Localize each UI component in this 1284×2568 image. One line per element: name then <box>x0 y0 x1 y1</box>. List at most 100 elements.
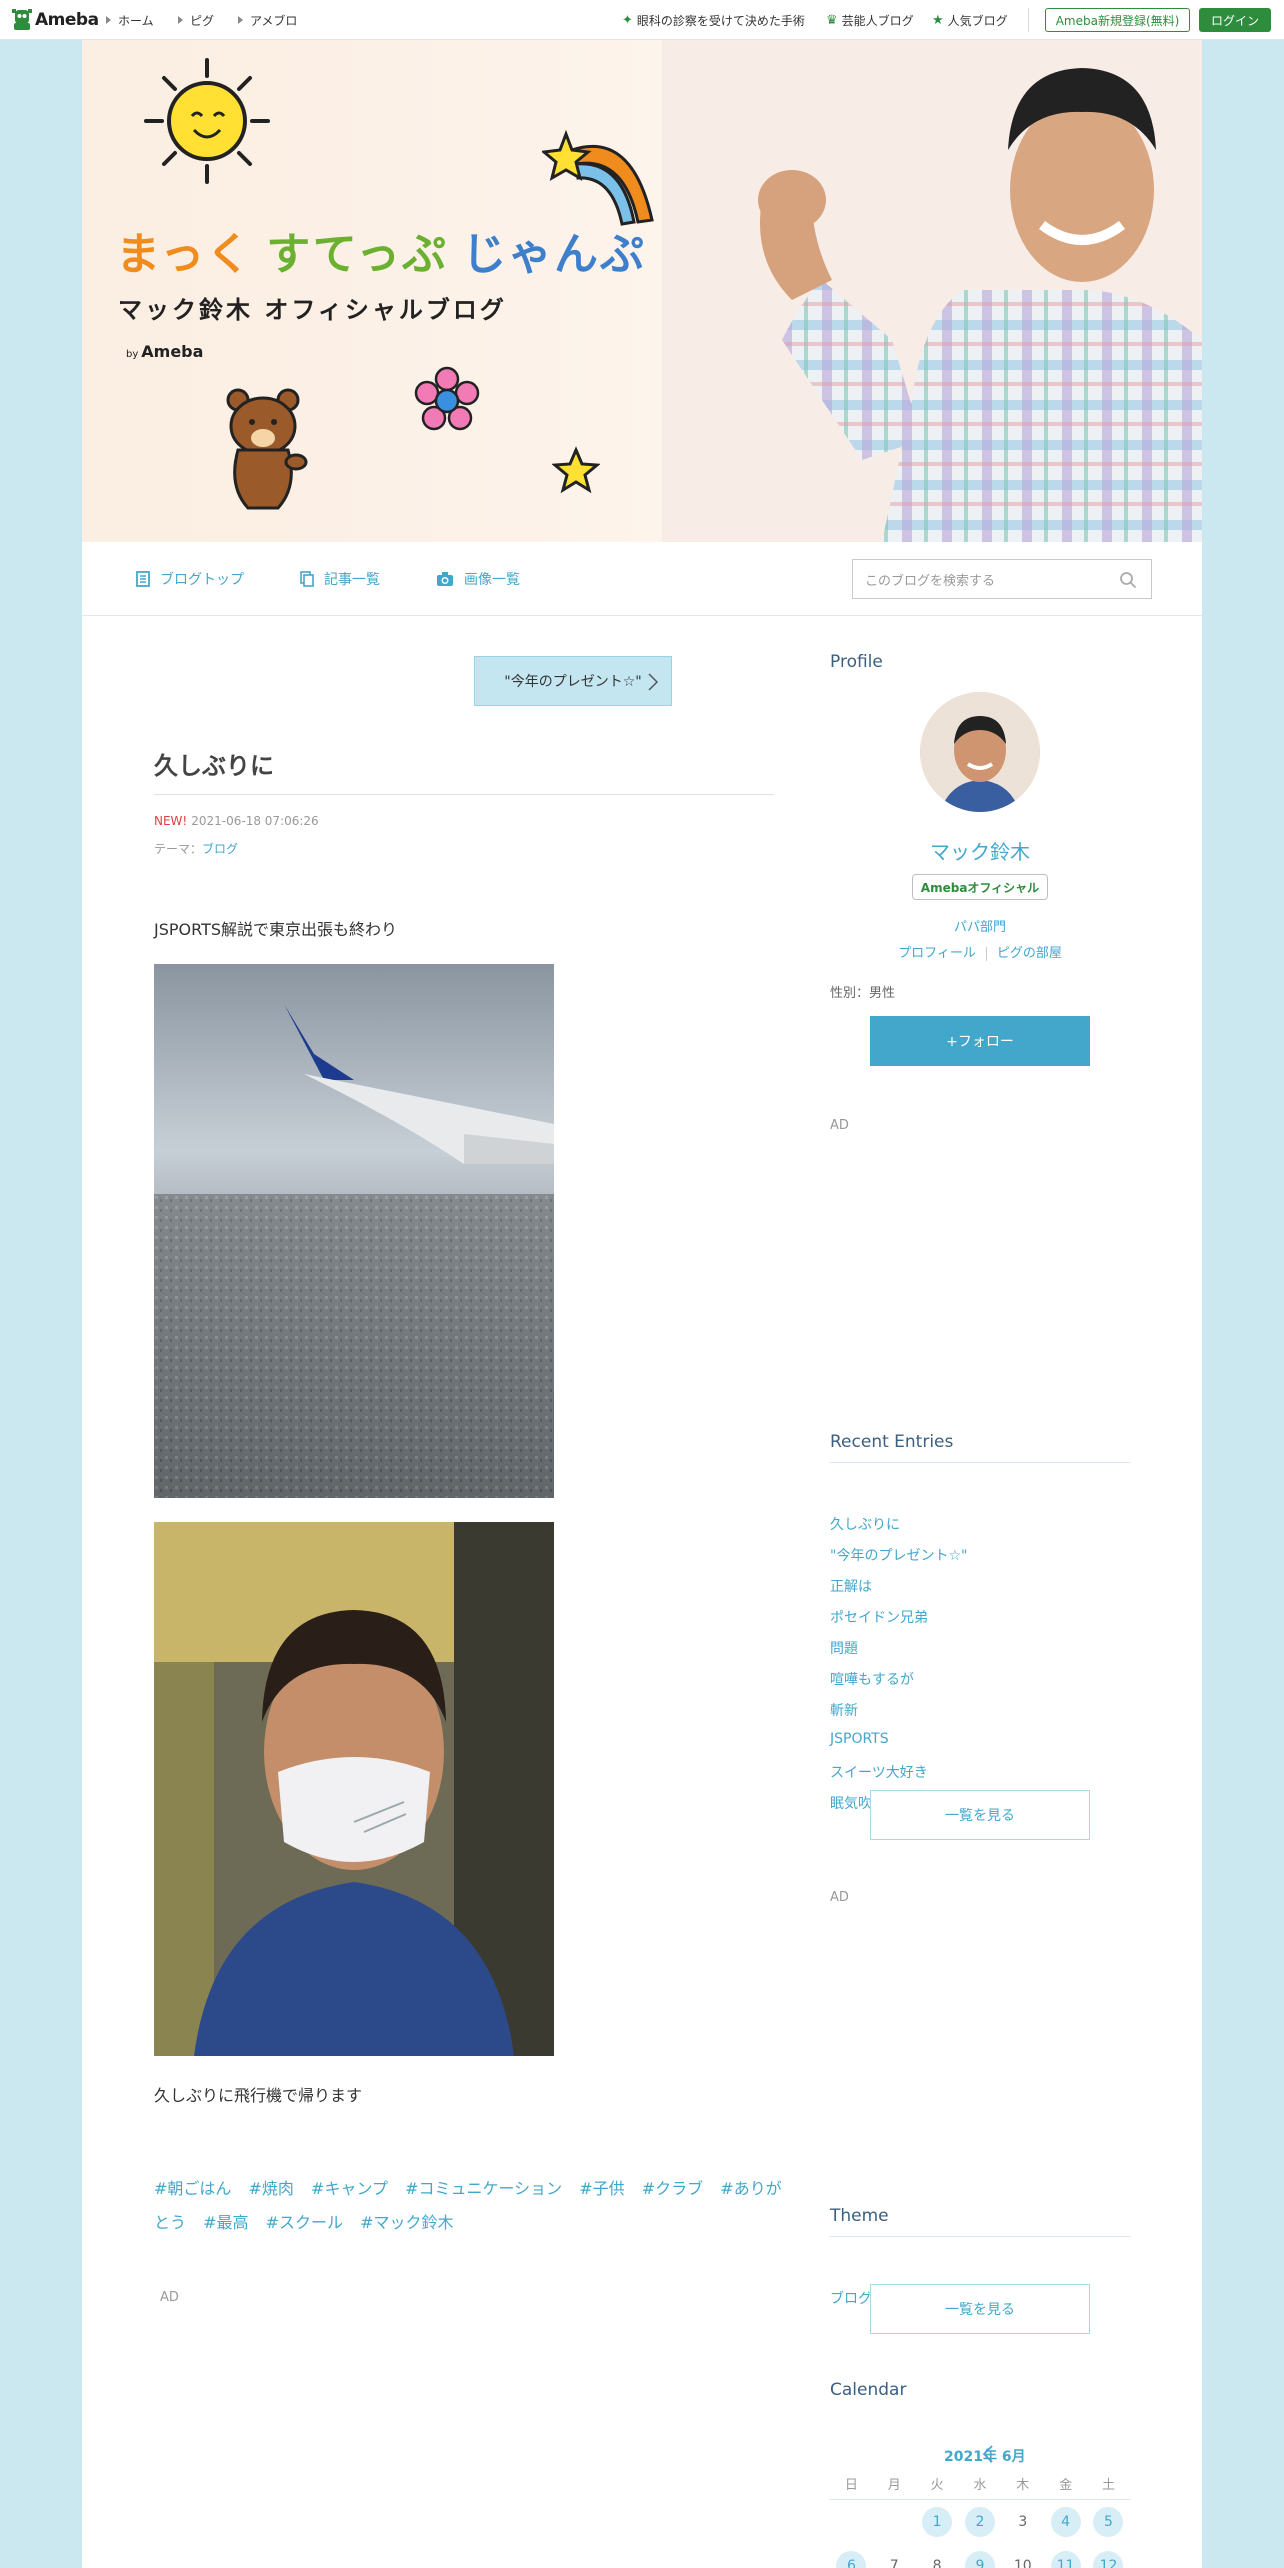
sparkle-icon: ✦ <box>622 12 633 28</box>
popular-blog-label: 人気ブログ <box>947 13 1008 28</box>
recent-entry-link[interactable]: JSPORTS <box>830 1731 967 1762</box>
calendar-day-number: 7 <box>889 2558 899 2568</box>
calendar-day-number: 1 <box>922 2507 953 2537</box>
topic-link[interactable]: ✦ 眼科の診察を受けて決めた手術 <box>622 0 805 40</box>
calendar-day-link[interactable]: 6 <box>830 2544 873 2568</box>
calendar-day-number: 10 <box>1013 2558 1032 2568</box>
theme-heading: Theme <box>830 2206 889 2226</box>
calendar-day-link[interactable]: 1 <box>916 2500 959 2544</box>
calendar-day-number: 11 <box>1050 2551 1081 2568</box>
calendar-day-link[interactable]: 11 <box>1044 2544 1087 2568</box>
pig-room-link[interactable]: ピグの部屋 <box>997 946 1062 961</box>
blog-search-input[interactable]: このブログを検索する <box>852 559 1152 599</box>
triangle-right-icon <box>238 16 243 24</box>
recent-entry-link[interactable]: 問題 <box>830 1638 967 1669</box>
entry-theme-label: テーマ： <box>154 842 203 856</box>
bear-illustration <box>226 388 308 510</box>
hashtag[interactable]: #マック鈴木 <box>360 2213 453 2232</box>
previous-entry-link[interactable]: "今年のプレゼント☆" <box>474 656 672 706</box>
weekday-label: 月 <box>887 2478 901 2493</box>
calendar-day: 8 <box>916 2544 959 2568</box>
calendar-day-link[interactable]: 4 <box>1044 2500 1087 2544</box>
sun-illustration <box>144 58 270 184</box>
blog-navigation: ブログトップ 記事一覧 画像一覧 このブログを検索する <box>82 542 1202 616</box>
crown-icon: ♛ <box>826 12 838 28</box>
hashtag[interactable]: #キャンプ <box>311 2179 388 2198</box>
recent-see-all-button[interactable]: 一覧を見る <box>870 1790 1090 1840</box>
profile-gender: 性別：男性 <box>830 986 896 1001</box>
nav-image-list-label: 画像一覧 <box>464 572 520 588</box>
topic-link-label: 眼科の診察を受けて決めた手術 <box>636 13 805 28</box>
calendar-day-number: 3 <box>1018 2514 1028 2530</box>
hashtag[interactable]: #スクール <box>266 2213 343 2232</box>
calendar-day-link[interactable]: 12 <box>1087 2544 1130 2568</box>
follow-button[interactable]: +フォロー <box>870 1016 1090 1066</box>
hashtag[interactable]: #コミュニケーション <box>405 2179 562 2198</box>
nav-home-label: ホーム <box>118 13 154 28</box>
previous-entry-label: "今年のプレゼント☆" <box>504 674 642 690</box>
celebrity-blog-link[interactable]: ♛ 芸能人ブログ <box>826 0 914 40</box>
nav-pig[interactable]: ピグ <box>178 0 214 40</box>
calendar-day <box>830 2500 873 2544</box>
hashtag[interactable]: #クラブ <box>642 2179 703 2198</box>
profile-link[interactable]: プロフィール <box>898 946 976 961</box>
link-separator <box>985 946 987 961</box>
profile-name[interactable]: マック鈴木 <box>830 836 1130 865</box>
entry-body-text: JSPORTS解説で東京出張も終わり <box>154 920 398 939</box>
blog-header-banner[interactable]: まっく すてっぷ じゃんぷ マック鈴木 オフィシャルブログ by Ameba <box>82 40 1202 542</box>
nav-ameblo-label: アメブロ <box>250 13 298 28</box>
profile-avatar[interactable] <box>920 692 1040 812</box>
banner-by-brand: Ameba <box>141 342 204 361</box>
ameba-header: Ameba ホーム ピグ アメブロ ✦ 眼科の診察を受けて決めた手術 ♛ 芸能人ブロ… <box>0 0 1284 40</box>
triangle-right-icon <box>106 16 111 24</box>
nav-entry-list-label: 記事一覧 <box>324 572 380 588</box>
calendar-week: 1 2 3 4 5 <box>830 2500 1130 2544</box>
weekday-label: 日 <box>844 2478 858 2493</box>
calendar-day-link[interactable]: 9 <box>959 2544 1002 2568</box>
recent-entry-link[interactable]: "今年のプレゼント☆" <box>830 1545 967 1576</box>
calendar-day: 10 <box>1001 2544 1044 2568</box>
entry-photo-selfie[interactable] <box>154 1522 554 2056</box>
hashtag[interactable]: #朝ごはん <box>154 2179 231 2198</box>
calendar-weekdays: 日 月 火 水 木 金 土 <box>830 2468 1130 2500</box>
search-icon[interactable] <box>1119 571 1137 589</box>
calendar-week: 6 7 8 9 10 11 12 <box>830 2544 1130 2568</box>
calendar-day-link[interactable]: 5 <box>1087 2500 1130 2544</box>
blog-page: まっく すてっぷ じゃんぷ マック鈴木 オフィシャルブログ by Ameba ブ… <box>82 40 1202 2568</box>
recent-entry-link[interactable]: スイーツ大好き <box>830 1762 967 1793</box>
ameba-logo[interactable]: Ameba <box>12 8 99 32</box>
hashtag[interactable]: #焼肉 <box>249 2179 294 2198</box>
recent-entry-link[interactable]: 正解は <box>830 1576 967 1607</box>
calendar-day-link[interactable]: 2 <box>959 2500 1002 2544</box>
nav-blog-top[interactable]: ブログトップ <box>136 542 244 616</box>
login-button[interactable]: ログイン <box>1199 8 1271 32</box>
entry-theme-link[interactable]: ブログ <box>202 842 238 856</box>
recent-entries-list: 久しぶりに "今年のプレゼント☆" 正解は ポセイドン兄弟 問題 喧嘩もするが … <box>830 1514 967 1824</box>
shooting-star-illustration <box>542 129 654 226</box>
calendar-day <box>873 2500 916 2544</box>
register-button[interactable]: Ameba新規登録(無料) <box>1045 8 1190 32</box>
nav-blog-top-label: ブログトップ <box>160 572 244 588</box>
entry-photo-airplane[interactable] <box>154 964 554 1498</box>
section-divider <box>830 1462 1130 1463</box>
chevron-right-icon <box>648 673 659 691</box>
recent-entry-link[interactable]: 久しぶりに <box>830 1514 967 1545</box>
theme-see-all-button[interactable]: 一覧を見る <box>870 2284 1090 2334</box>
calendar-day: 7 <box>873 2544 916 2568</box>
recent-entry-link[interactable]: ポセイドン兄弟 <box>830 1607 967 1638</box>
triangle-right-icon <box>178 16 183 24</box>
calendar-day-number: 4 <box>1050 2507 1081 2537</box>
hashtag[interactable]: #子供 <box>579 2179 624 2198</box>
profile-category[interactable]: パパ部門 <box>830 916 1130 935</box>
nav-ameblo[interactable]: アメブロ <box>238 0 297 40</box>
hashtag[interactable]: #最高 <box>203 2213 248 2232</box>
recent-entry-link[interactable]: 喧嘩もするが <box>830 1669 967 1700</box>
nav-image-list[interactable]: 画像一覧 <box>436 542 520 616</box>
nav-entry-list[interactable]: 記事一覧 <box>300 542 380 616</box>
nav-home[interactable]: ホーム <box>106 0 154 40</box>
entry-theme: テーマ：ブログ <box>154 840 238 857</box>
topbar-divider <box>1028 8 1029 32</box>
popular-blog-link[interactable]: ★ 人気ブログ <box>932 0 1008 40</box>
recent-entry-link[interactable]: 斬新 <box>830 1700 967 1731</box>
entry-title[interactable]: 久しぶりに <box>154 746 274 781</box>
